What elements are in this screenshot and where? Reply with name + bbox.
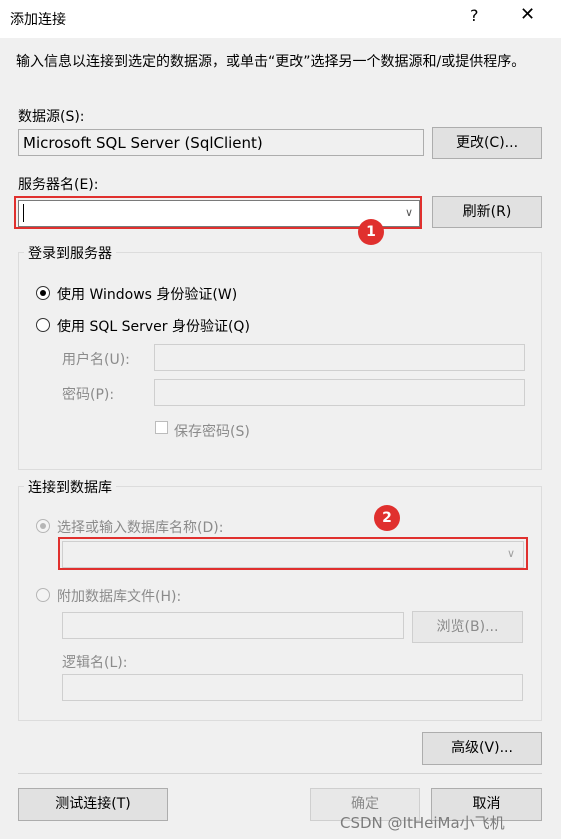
highlight-box-2 xyxy=(58,537,528,570)
database-group-title: 连接到数据库 xyxy=(24,477,116,497)
database-file-input[interactable] xyxy=(62,612,404,639)
advanced-button[interactable]: 高级(V)... xyxy=(422,732,542,765)
change-button[interactable]: 更改(C)... xyxy=(432,127,542,159)
watermark-text: CSDN @ItHeiMa小飞机 xyxy=(340,814,505,832)
browse-button[interactable]: 浏览(B)... xyxy=(412,611,523,643)
attach-database-label[interactable]: 附加数据库文件(H): xyxy=(57,586,181,606)
separator xyxy=(18,773,542,774)
windows-auth-radio[interactable] xyxy=(36,286,50,300)
save-password-checkbox[interactable] xyxy=(155,421,168,434)
datasource-field: Microsoft SQL Server (SqlClient) xyxy=(18,129,424,156)
help-icon[interactable]: ? xyxy=(470,6,479,25)
attach-database-radio[interactable] xyxy=(36,588,50,602)
datasource-label: 数据源(S): xyxy=(18,109,85,125)
select-database-label[interactable]: 选择或输入数据库名称(D): xyxy=(57,517,223,537)
sql-auth-radio[interactable] xyxy=(36,318,50,332)
description-text: 输入信息以连接到选定的数据源，或单击“更改”选择另一个数据源和/或提供程序。 xyxy=(16,54,526,70)
refresh-button[interactable]: 刷新(R) xyxy=(432,196,542,228)
windows-auth-label[interactable]: 使用 Windows 身份验证(W) xyxy=(57,284,237,304)
password-label: 密码(P): xyxy=(62,387,115,403)
select-database-radio[interactable] xyxy=(36,519,50,533)
annotation-badge-1: 1 xyxy=(358,219,384,245)
logical-name-input[interactable] xyxy=(62,674,523,701)
username-label: 用户名(U): xyxy=(62,352,130,368)
login-group-title: 登录到服务器 xyxy=(24,243,116,263)
window-title: 添加连接 xyxy=(10,12,66,28)
username-input[interactable] xyxy=(154,344,525,371)
close-icon[interactable]: ✕ xyxy=(520,4,535,25)
logical-name-label: 逻辑名(L): xyxy=(62,655,128,671)
password-input[interactable] xyxy=(154,379,525,406)
server-label: 服务器名(E): xyxy=(18,177,99,193)
sql-auth-label[interactable]: 使用 SQL Server 身份验证(Q) xyxy=(57,316,250,336)
title-bar: 添加连接 ? ✕ xyxy=(0,0,561,38)
save-password-label[interactable]: 保存密码(S) xyxy=(174,421,250,441)
annotation-badge-2: 2 xyxy=(374,505,400,531)
test-connection-button[interactable]: 测试连接(T) xyxy=(18,788,168,821)
